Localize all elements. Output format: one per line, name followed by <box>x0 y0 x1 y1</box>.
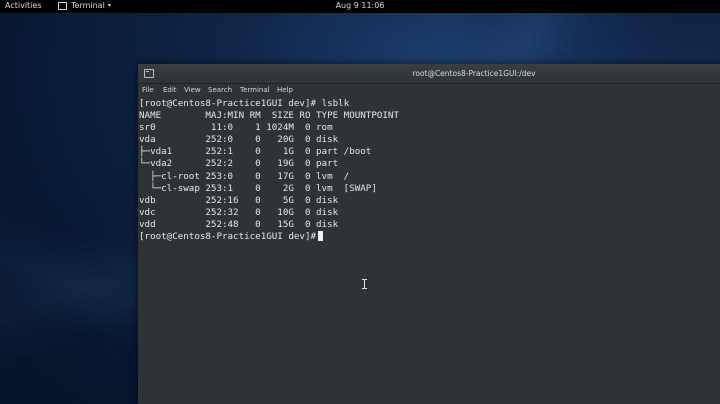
top-bar: Activities Terminal ▾ Aug 9 11:06 <box>0 0 720 13</box>
title-bar[interactable]: root@Centos8-Practice1GUI:/dev <box>138 64 720 84</box>
output-line: vda 252:0 0 20G 0 disk <box>139 134 339 146</box>
terminal-output[interactable]: [root@Centos8-Practice1GUI dev]# lsblk N… <box>138 97 720 404</box>
menu-edit[interactable]: Edit <box>163 86 177 94</box>
menu-file[interactable]: File <box>142 86 154 94</box>
prompt: [root@Centos8-Practice1GUI dev]# <box>139 231 317 243</box>
menu-view[interactable]: View <box>184 86 201 94</box>
output-line: └─vda2 252:2 0 19G 0 part <box>139 158 339 170</box>
menu-bar: File Edit View Search Terminal Help <box>138 84 720 97</box>
output-line: NAME MAJ:MIN RM SIZE RO TYPE MOUNTPOINT <box>139 110 399 122</box>
window-title: root@Centos8-Practice1GUI:/dev <box>412 69 536 78</box>
output-line: ├─vda1 252:1 0 1G 0 part /boot <box>139 146 372 158</box>
text-cursor <box>318 231 324 242</box>
output-line: sr0 11:0 1 1024M 0 rom <box>139 122 333 134</box>
output-line: vdc 252:32 0 10G 0 disk <box>139 206 339 218</box>
menu-search[interactable]: Search <box>208 86 232 94</box>
menu-help[interactable]: Help <box>277 86 293 94</box>
prompt: [root@Centos8-Practice1GUI dev]# <box>139 98 317 109</box>
output-line: vdd 252:48 0 15G 0 disk <box>139 218 339 230</box>
command: lsblk <box>321 98 350 109</box>
clock[interactable]: Aug 9 11:06 <box>0 1 720 10</box>
output-line: └─cl-swap 253:1 0 2G 0 lvm [SWAP] <box>139 182 377 194</box>
ibeam-cursor-icon <box>362 279 367 289</box>
output-line: vdb 252:16 0 5G 0 disk <box>139 194 339 206</box>
menu-terminal[interactable]: Terminal <box>240 86 270 94</box>
output-line: ├─cl-root 253:0 0 17G 0 lvm / <box>139 170 350 182</box>
terminal-window[interactable]: root@Centos8-Practice1GUI:/dev File Edit… <box>138 64 720 404</box>
